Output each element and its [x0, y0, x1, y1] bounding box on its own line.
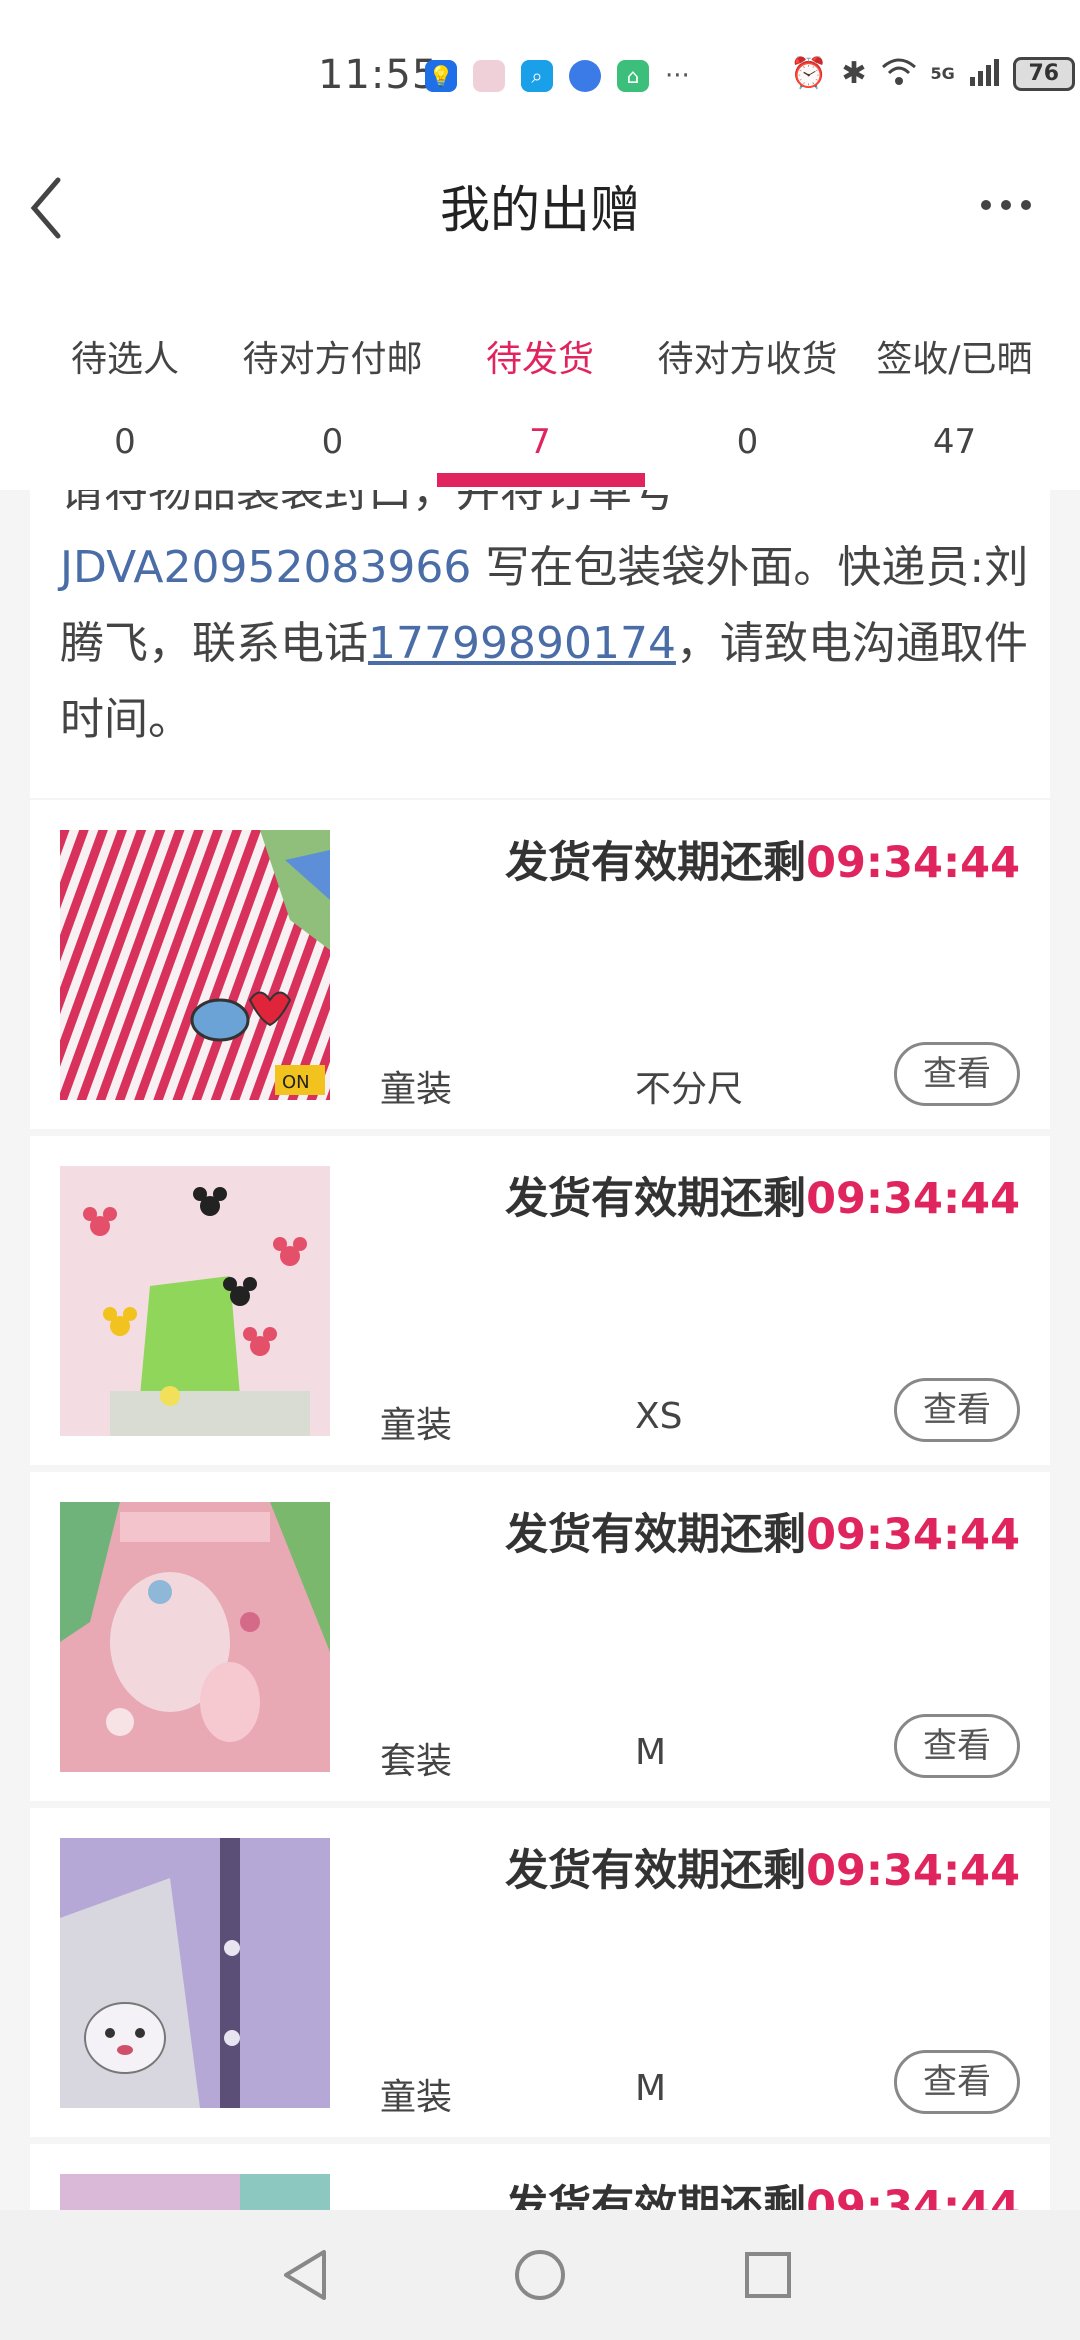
tab-count: 7: [529, 422, 551, 462]
bluetooth-icon: ✱: [841, 56, 867, 91]
tab-label: 待对方付邮: [242, 339, 423, 380]
view-button[interactable]: 查看: [894, 2050, 1020, 2114]
ship-deadline: 发货有效期还剩09:34:44: [505, 1164, 1020, 1226]
item-category: 童装: [380, 2077, 453, 2118]
tab-signed-shared[interactable]: 签收/已晒 47: [862, 330, 1047, 490]
tab-pending-shipment[interactable]: 待发货 7: [440, 330, 640, 490]
tab-label: 待对方收货: [657, 339, 838, 380]
countdown-timer: 09:34:44: [806, 1510, 1020, 1560]
nav-recents-button[interactable]: [733, 2240, 803, 2310]
more-notifications-icon: ···: [665, 61, 690, 91]
item-photo-purple-jacket: [60, 1838, 330, 2108]
bulb-app-icon: 💡: [425, 60, 457, 92]
tab-count: 0: [321, 422, 344, 462]
shipping-instructions: 请将物品装袋封口，并将订单号 JDVA20952083966 写在包装袋外面。快…: [30, 490, 1050, 798]
countdown-timer: 09:34:44: [806, 2182, 1020, 2210]
view-button[interactable]: 查看: [894, 1042, 1020, 1106]
item-size: M: [635, 1732, 667, 1773]
item-photo-partial: [60, 2174, 330, 2210]
page-title: 我的出赠: [440, 181, 640, 239]
tab-pending-selection[interactable]: 待选人 0: [40, 330, 210, 490]
tab-pending-receipt[interactable]: 待对方收货 0: [645, 330, 850, 490]
triangle-back-icon: [284, 2250, 326, 2300]
home-app-icon: ⌂: [617, 60, 649, 92]
tab-pending-postage[interactable]: 待对方付邮 0: [230, 330, 435, 490]
tab-label: 待选人: [70, 339, 179, 380]
tab-count: 0: [114, 422, 136, 462]
list-item[interactable]: 发货有效期还剩09:34:44 童装 XS 查看: [30, 1136, 1050, 1465]
order-number: JDVA20952083966: [60, 542, 472, 593]
nav-back-button[interactable]: [272, 2240, 342, 2310]
title-bar: 我的出赠: [0, 150, 1080, 260]
browser-app-icon: [569, 60, 601, 92]
circle-home-icon: [515, 2250, 565, 2300]
item-category: 童装: [380, 1069, 453, 1110]
ship-deadline: 发货有效期还剩09:34:44: [505, 1500, 1020, 1562]
svg-text:ON: ON: [282, 1072, 310, 1093]
list-item[interactable]: ON 发货有效期还剩09:34:44 童装 不分尺 查看: [30, 800, 1050, 1129]
ship-deadline: 发货有效期还剩09:34:44: [505, 828, 1020, 890]
square-recents-icon: [745, 2252, 791, 2298]
ship-deadline: 发货有效期还剩09:34:44: [505, 1836, 1020, 1898]
battery-icon: 76: [1012, 56, 1075, 91]
deadline-label: 发货有效期还剩: [505, 1510, 807, 1560]
active-tab-indicator: [437, 473, 645, 487]
system-icons: ⏰ ✱ 5G 76: [790, 56, 1075, 91]
network-type-icon: 5G: [930, 64, 955, 83]
item-photo-mickey-pajamas: [60, 1166, 330, 1436]
notification-icons: 💡 ⌕ ⌂ ···: [425, 60, 690, 92]
countdown-timer: 09:34:44: [806, 838, 1020, 888]
view-button[interactable]: 查看: [894, 1714, 1020, 1778]
countdown-timer: 09:34:44: [806, 1846, 1020, 1896]
deadline-label: 发货有效期还剩: [505, 838, 807, 888]
deadline-label: 发货有效期还剩: [505, 1846, 807, 1896]
alarm-icon: ⏰: [790, 56, 828, 91]
item-photo-red-striped-shirt: ON: [60, 830, 330, 1100]
item-size: 不分尺: [635, 1069, 744, 1110]
nav-home-button[interactable]: [505, 2240, 575, 2310]
item-category: 套装: [380, 1741, 453, 1782]
deadline-label: 发货有效期还剩: [505, 1174, 807, 1224]
system-navigation-bar: [0, 2210, 1080, 2340]
list-item[interactable]: 发货有效期还剩09:34:44 套装 M 查看: [30, 1472, 1050, 1801]
signal-icon: [969, 57, 999, 91]
ship-deadline: 发货有效期还剩09:34:44: [505, 2172, 1020, 2210]
item-size: M: [635, 2068, 667, 2109]
more-dots-icon: [981, 200, 1031, 210]
item-photo-pink-floral-dress: [60, 1502, 330, 1772]
tab-label: 签收/已晒: [876, 339, 1033, 380]
gift-app-icon: [473, 60, 505, 92]
status-tabs: 待选人 0 待对方付邮 0 待发货 7 待对方收货 0 签收/已晒 47: [0, 260, 1080, 490]
item-category: 童装: [380, 1405, 453, 1446]
tab-label: 待发货: [485, 339, 594, 380]
wifi-icon: [881, 57, 917, 91]
list-item[interactable]: 发货有效期还剩09:34:44: [30, 2144, 1050, 2210]
status-time: 11:55: [318, 52, 439, 98]
instructions-text: 请将物品装袋封口，并将订单号 JDVA20952083966 写在包装袋外面。快…: [60, 490, 1040, 758]
countdown-timer: 09:34:44: [806, 1174, 1020, 1224]
instructions-prefix: 请将物品装袋封口，并将订单号: [60, 490, 676, 517]
tab-count: 47: [932, 422, 977, 462]
deadline-label: 发货有效期还剩: [505, 2182, 807, 2210]
more-options-button[interactable]: [970, 180, 1050, 230]
courier-phone-link[interactable]: 17799890174: [368, 618, 676, 669]
search-app-icon: ⌕: [521, 60, 553, 92]
tab-count: 0: [736, 422, 759, 462]
list-item[interactable]: 发货有效期还剩09:34:44 童装 M 查看: [30, 1808, 1050, 2137]
view-button[interactable]: 查看: [894, 1378, 1020, 1442]
item-size: XS: [635, 1396, 683, 1437]
status-bar: 11:55 💡 ⌕ ⌂ ··· ⏰ ✱ 5G 76: [0, 0, 1080, 150]
